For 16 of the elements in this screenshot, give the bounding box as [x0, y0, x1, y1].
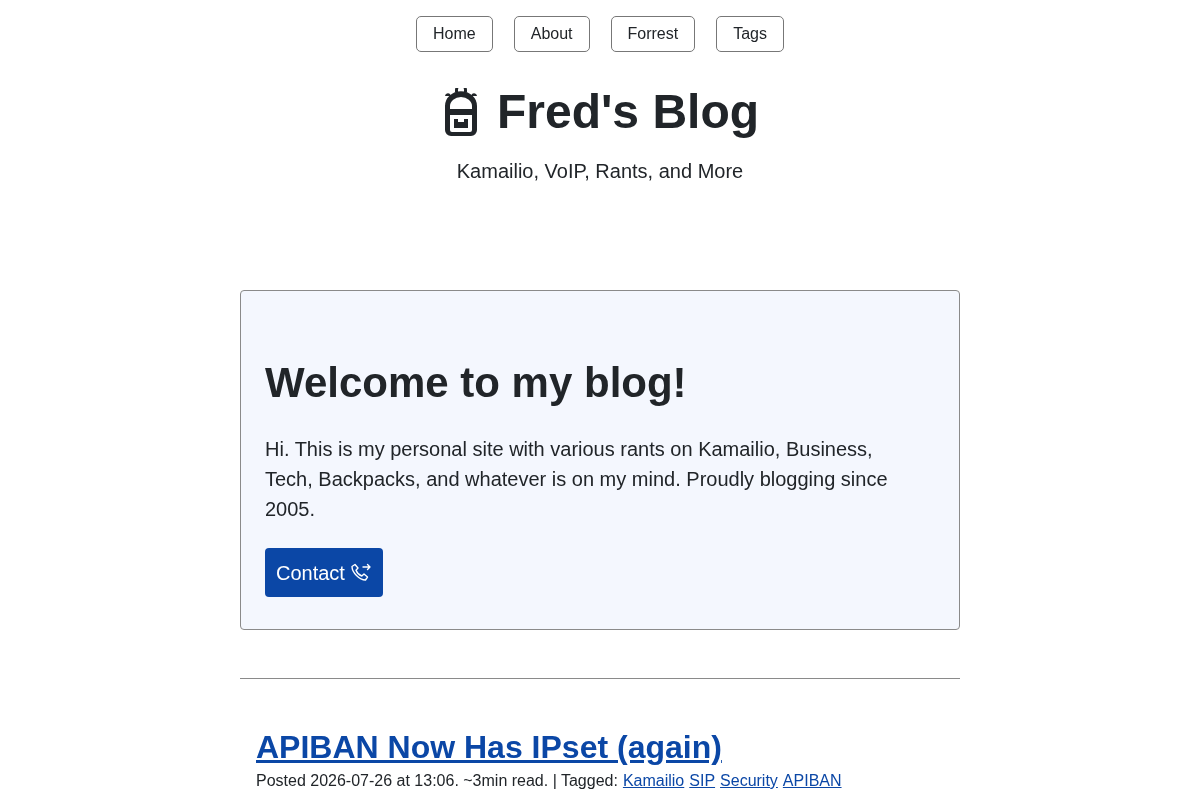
- post-title-link[interactable]: APIBAN Now Has IPset (again): [256, 727, 722, 767]
- intro-heading: Welcome to my blog!: [265, 358, 688, 408]
- intro-text: Hi. This is my personal site with various rants on Kamailio, Business, Tech, Backpacks, and whatever is on my mind. Proudly blogging since 2005.: [265, 437, 889, 522]
- nav-link[interactable]: About: [513, 16, 590, 52]
- nav-link[interactable]: Tags: [716, 16, 784, 52]
- tag-link[interactable]: SIP: [689, 769, 716, 793]
- blog-subtitle: Kamailio, VoIP, Rants, and More: [456, 159, 744, 184]
- post-meta: Posted 2026-07-26 at 13:06. ~3min read. | Tagged:: [256, 771, 618, 791]
- nav-link[interactable]: Forrest: [610, 16, 696, 52]
- blog-title: Fred's Blog: [496, 84, 760, 140]
- nav-link[interactable]: Home: [416, 16, 493, 52]
- contact-button[interactable]: Contact: [265, 548, 383, 597]
- phone-arrow-icon: [349, 561, 372, 584]
- tag-link[interactable]: APIBAN: [782, 769, 842, 793]
- tag-link[interactable]: Kamailio: [622, 769, 685, 793]
- tag-link[interactable]: Security: [720, 769, 778, 793]
